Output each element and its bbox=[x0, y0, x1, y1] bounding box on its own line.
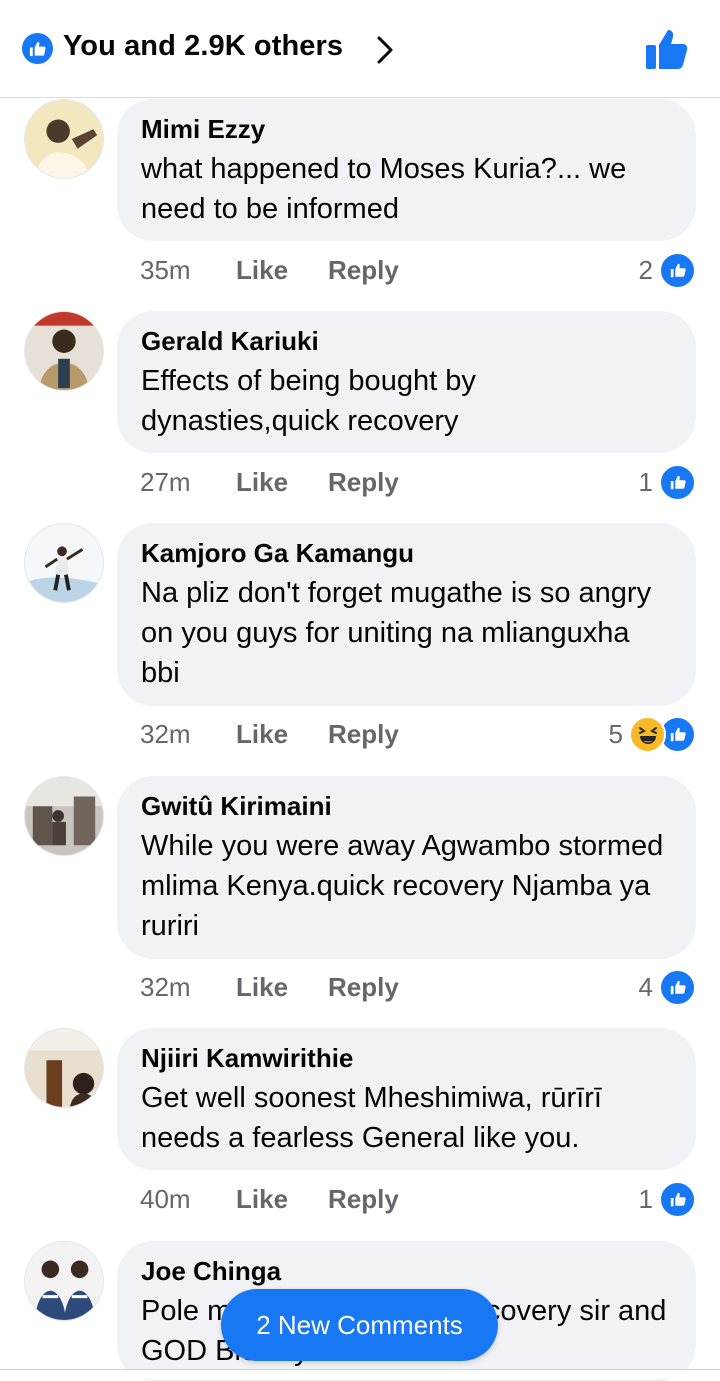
reaction-summary[interactable]: 5 bbox=[609, 714, 696, 754]
comment-actions: 35m Like Reply bbox=[140, 250, 399, 290]
comment-text: While you were away Agwambo stormed mlim… bbox=[141, 830, 664, 942]
reaction-count: 2 bbox=[638, 254, 653, 285]
like-button[interactable]: Like bbox=[236, 719, 328, 750]
reaction-summary[interactable]: 4 bbox=[639, 967, 696, 1007]
thumbs-up-icon[interactable] bbox=[644, 27, 690, 71]
haha-icon bbox=[629, 715, 666, 753]
like-button[interactable]: Like bbox=[236, 467, 328, 498]
comment-author[interactable]: Njiiri Kamwirithie bbox=[141, 1043, 672, 1073]
reaction-count: 1 bbox=[638, 466, 653, 497]
like-button[interactable]: Like bbox=[236, 972, 328, 1003]
comment-time[interactable]: 40m bbox=[140, 1184, 236, 1215]
reply-button[interactable]: Reply bbox=[328, 255, 399, 286]
reaction-summary[interactable]: 1 bbox=[639, 462, 696, 502]
comment-text: Get well soonest Mheshimiwa, rūrīrī need… bbox=[141, 1082, 602, 1154]
comment-actions: 27m Like Reply bbox=[140, 462, 399, 502]
comment-time[interactable]: 32m bbox=[140, 719, 236, 750]
reaction-summary[interactable]: 2 bbox=[639, 250, 696, 290]
like-icon bbox=[659, 463, 696, 501]
comment-actions: 40m Like Reply bbox=[140, 1179, 399, 1219]
chevron-right-icon[interactable] bbox=[372, 35, 398, 65]
like-icon bbox=[659, 1180, 696, 1218]
reactions-summary[interactable]: You and 2.9K others bbox=[63, 30, 343, 63]
avatar[interactable] bbox=[24, 99, 104, 179]
reaction-count: 1 bbox=[638, 1183, 653, 1214]
comment-bubble[interactable]: Kamjoro Ga Kamangu Na pliz don't forget … bbox=[117, 523, 696, 706]
reply-button[interactable]: Reply bbox=[328, 719, 399, 750]
new-comments-button[interactable]: 2 New Comments bbox=[221, 1289, 498, 1361]
avatar[interactable] bbox=[24, 776, 104, 856]
comment-time[interactable]: 32m bbox=[140, 972, 236, 1003]
comment-author[interactable]: Gerald Kariuki bbox=[141, 326, 672, 356]
like-icon bbox=[22, 33, 53, 64]
reply-button[interactable]: Reply bbox=[328, 1184, 399, 1215]
comment-time[interactable]: 35m bbox=[140, 255, 236, 286]
like-icon bbox=[659, 251, 696, 289]
comment-bubble[interactable]: Gerald Kariuki Effects of being bought b… bbox=[117, 311, 696, 453]
like-button[interactable]: Like bbox=[236, 255, 328, 286]
comment-author[interactable]: Mimi Ezzy bbox=[141, 114, 672, 144]
comment-text: Effects of being bought by dynasties,qui… bbox=[141, 365, 476, 437]
like-icon bbox=[659, 968, 696, 1006]
like-button[interactable]: Like bbox=[236, 1184, 328, 1215]
avatar[interactable] bbox=[24, 311, 104, 391]
comment-text: Na pliz don't forget mugathe is so angry… bbox=[141, 577, 652, 689]
comment-time[interactable]: 27m bbox=[140, 467, 236, 498]
reply-button[interactable]: Reply bbox=[328, 467, 399, 498]
reaction-count: 5 bbox=[608, 718, 623, 749]
comment-text: what happened to Moses Kuria?... we need… bbox=[141, 153, 627, 225]
comment-bubble[interactable]: Gwitû Kirimaini While you were away Agwa… bbox=[117, 776, 696, 959]
avatar[interactable] bbox=[24, 523, 104, 603]
avatar[interactable] bbox=[24, 1028, 104, 1108]
comment-author[interactable]: Kamjoro Ga Kamangu bbox=[141, 538, 672, 568]
comment-actions: 32m Like Reply bbox=[140, 967, 399, 1007]
comment-bubble[interactable]: Mimi Ezzy what happened to Moses Kuria?.… bbox=[117, 99, 696, 241]
reactions-header[interactable]: You and 2.9K others bbox=[0, 0, 720, 98]
reply-button[interactable]: Reply bbox=[328, 972, 399, 1003]
comment-actions: 32m Like Reply bbox=[140, 714, 399, 754]
comment-author[interactable]: Gwitû Kirimaini bbox=[141, 791, 672, 821]
avatar[interactable] bbox=[24, 1241, 104, 1321]
comment-bubble[interactable]: Njiiri Kamwirithie Get well soonest Mhes… bbox=[117, 1028, 696, 1170]
comment-author[interactable]: Joe Chinga bbox=[141, 1256, 672, 1286]
reaction-summary[interactable]: 1 bbox=[639, 1179, 696, 1219]
reaction-count: 4 bbox=[638, 971, 653, 1002]
